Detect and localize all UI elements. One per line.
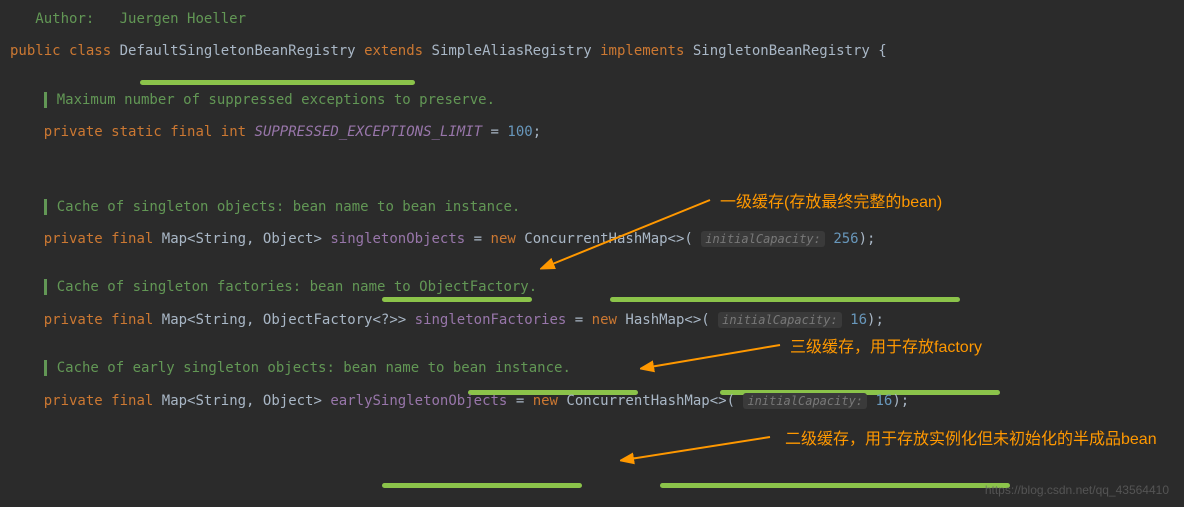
comment-text: Cache of singleton objects: bean name to… — [57, 199, 521, 215]
field-name: singletonObjects — [330, 231, 465, 247]
annotation3: 二级缓存，用于存放实例化但未初始化的半成品bean — [785, 425, 1157, 449]
code-line-field3: private final Map<String, ObjectFactory<… — [10, 309, 1184, 331]
const-name: SUPPRESSED_EXCEPTIONS_LIMIT — [255, 124, 483, 140]
kw: new — [592, 312, 617, 328]
param-hint: initialCapacity: — [718, 312, 842, 328]
kw: final — [111, 312, 153, 328]
type: int — [221, 124, 246, 140]
code-line-comment4: Cache of early singleton objects: bean n… — [10, 357, 1184, 379]
watermark: https://blog.csdn.net/qq_43564410 — [985, 483, 1169, 497]
kw: new — [533, 393, 558, 409]
type: Map<String, ObjectFactory<?>> — [162, 312, 406, 328]
author-name: Juergen Hoeller — [120, 11, 246, 27]
kw: final — [170, 124, 212, 140]
kw: private — [44, 231, 103, 247]
kw-public: public — [10, 43, 61, 59]
arrow-icon — [620, 432, 780, 467]
code-line-field1: private static final int SUPPRESSED_EXCE… — [10, 121, 1184, 143]
op: = — [474, 231, 482, 247]
close: ); — [867, 312, 884, 328]
impl: ConcurrentHashMap<>( — [524, 231, 693, 247]
iface-name: SingletonBeanRegistry — [693, 43, 870, 59]
annotation2: 三级缓存，用于存放factory — [790, 333, 982, 357]
field-name: earlySingletonObjects — [330, 393, 507, 409]
code-line-classdecl: public class DefaultSingletonBeanRegistr… — [10, 40, 1184, 62]
kw: private — [44, 393, 103, 409]
kw: final — [111, 393, 153, 409]
param-hint: initialCapacity: — [701, 231, 825, 247]
underline — [660, 483, 1010, 488]
author-label: Author: — [35, 11, 94, 27]
kw: final — [111, 231, 153, 247]
code-line-comment3: Cache of singleton factories: bean name … — [10, 276, 1184, 298]
kw-extends: extends — [364, 43, 423, 59]
kw: new — [491, 231, 516, 247]
class-name: DefaultSingletonBeanRegistry — [120, 43, 356, 59]
doc-bar-icon — [44, 279, 47, 295]
code-editor[interactable]: Author: Juergen Hoeller public class Def… — [0, 0, 1184, 420]
annotation1: 一级缓存(存放最终完整的bean) — [720, 188, 942, 212]
num: 16 — [875, 393, 892, 409]
brace: { — [878, 43, 886, 59]
close: ); — [859, 231, 876, 247]
impl: HashMap<>( — [625, 312, 709, 328]
comment-text: Maximum number of suppressed exceptions … — [57, 92, 495, 108]
op: = — [575, 312, 583, 328]
semi: ; — [533, 124, 541, 140]
code-line-field2: private final Map<String, Object> single… — [10, 228, 1184, 250]
impl: ConcurrentHashMap<>( — [566, 393, 735, 409]
op: = — [491, 124, 499, 140]
type: Map<String, Object> — [162, 231, 322, 247]
underline — [382, 483, 582, 488]
close: ); — [892, 393, 909, 409]
doc-bar-icon — [44, 360, 47, 376]
code-line-author: Author: Juergen Hoeller — [10, 8, 1184, 30]
doc-bar-icon — [44, 92, 47, 108]
kw: private — [44, 312, 103, 328]
doc-bar-icon — [44, 199, 47, 215]
comment-text: Cache of early singleton objects: bean n… — [57, 360, 571, 376]
num: 256 — [833, 231, 858, 247]
kw-implements: implements — [600, 43, 684, 59]
code-line-comment2: Cache of singleton objects: bean name to… — [10, 196, 1184, 218]
code-line-field4: private final Map<String, Object> earlyS… — [10, 390, 1184, 412]
kw: static — [111, 124, 162, 140]
code-line-comment1: Maximum number of suppressed exceptions … — [10, 89, 1184, 111]
field-name: singletonFactories — [415, 312, 567, 328]
kw: private — [44, 124, 103, 140]
underline — [140, 80, 415, 85]
num: 16 — [850, 312, 867, 328]
parent-class: SimpleAliasRegistry — [432, 43, 592, 59]
comment-text: Cache of singleton factories: bean name … — [57, 279, 537, 295]
type: Map<String, Object> — [162, 393, 322, 409]
num: 100 — [507, 124, 532, 140]
param-hint: initialCapacity: — [743, 393, 867, 409]
op: = — [516, 393, 524, 409]
kw-class: class — [69, 43, 111, 59]
